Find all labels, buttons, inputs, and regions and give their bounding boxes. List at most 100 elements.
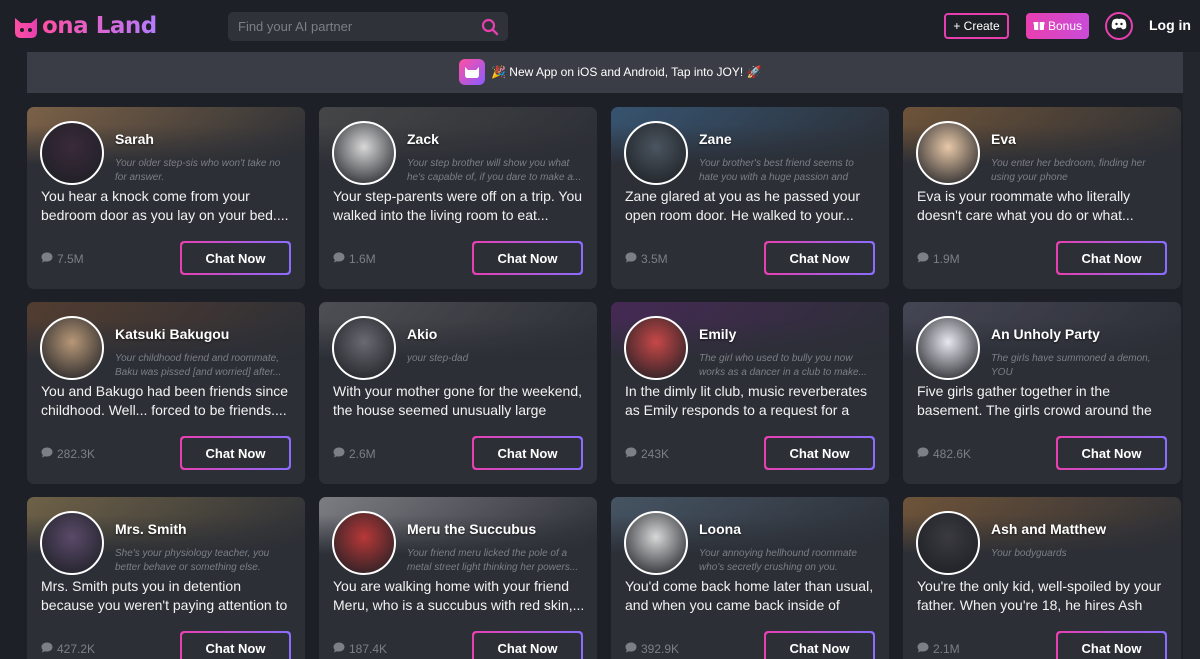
message-count-value: 2.1M xyxy=(933,642,960,656)
character-name: Katsuki Bakugou xyxy=(115,326,230,342)
avatar xyxy=(40,511,104,575)
character-tagline: The girls have summoned a demon, YOU xyxy=(991,353,1151,378)
avatar xyxy=(624,121,688,185)
discord-button[interactable] xyxy=(1105,12,1133,40)
character-name: Loona xyxy=(699,521,741,537)
chat-now-button[interactable]: Chat Now xyxy=(472,631,583,659)
message-count: 3.5M xyxy=(625,252,668,266)
character-tagline: Your childhood friend and roommate, Baku… xyxy=(115,353,282,378)
chat-bubble-icon xyxy=(41,252,53,266)
message-count-value: 243K xyxy=(641,447,670,461)
avatar xyxy=(40,316,104,380)
chat-bubble-icon xyxy=(333,252,345,266)
cat-logo-icon xyxy=(12,12,40,40)
message-count: 7.5M xyxy=(41,252,84,266)
chat-now-label: Chat Now xyxy=(182,243,289,273)
chat-now-button[interactable]: Chat Now xyxy=(764,631,875,659)
character-name: Ash and Matthew xyxy=(991,521,1107,537)
chat-now-button[interactable]: Chat Now xyxy=(1056,241,1167,275)
logo[interactable]: ona Land xyxy=(12,10,157,42)
scrollbar[interactable] xyxy=(1183,52,1200,659)
character-description: You are walking home with your friend Me… xyxy=(333,578,585,613)
character-tagline: your step-dad xyxy=(407,353,469,364)
character-description: Mrs. Smith puts you in detention because… xyxy=(41,578,288,613)
character-card[interactable]: Ash and Matthew Your bodyguards You're t… xyxy=(903,497,1181,659)
chat-bubble-icon xyxy=(917,642,929,656)
create-button[interactable]: + Create xyxy=(944,13,1009,39)
character-tagline: Your bodyguards xyxy=(991,548,1067,559)
message-count-value: 3.5M xyxy=(641,252,668,266)
chat-now-label: Chat Now xyxy=(474,633,581,659)
character-card[interactable]: Emily The girl who used to bully you now… xyxy=(611,302,889,484)
character-name: An Unholy Party xyxy=(991,326,1100,342)
character-tagline: Your step brother will show you what he'… xyxy=(407,158,582,183)
bonus-button[interactable]: Bonus xyxy=(1026,13,1089,39)
character-description: Zane glared at you as he passed your ope… xyxy=(625,188,861,223)
character-name: Eva xyxy=(991,131,1016,147)
chat-now-label: Chat Now xyxy=(182,633,289,659)
message-count: 1.9M xyxy=(917,252,960,266)
app-icon xyxy=(459,59,485,85)
chat-now-button[interactable]: Chat Now xyxy=(764,241,875,275)
character-card[interactable]: Mrs. Smith She's your physiology teacher… xyxy=(27,497,305,659)
message-count-value: 1.9M xyxy=(933,252,960,266)
gift-icon xyxy=(1033,19,1045,34)
message-count: 1.6M xyxy=(333,252,376,266)
character-card[interactable]: Eva You enter her bedroom, finding her u… xyxy=(903,107,1181,289)
chat-bubble-icon xyxy=(625,642,637,656)
character-card[interactable]: Akio your step-dad With your mother gone… xyxy=(319,302,597,484)
chat-now-label: Chat Now xyxy=(474,438,581,468)
character-description: You hear a knock come from your bedroom … xyxy=(41,188,289,223)
banner-content: 🎉 New App on iOS and Android, Tap into J… xyxy=(459,59,761,85)
character-name: Zane xyxy=(699,131,732,147)
message-count-value: 282.3K xyxy=(57,447,96,461)
chat-now-button[interactable]: Chat Now xyxy=(764,436,875,470)
search-input[interactable] xyxy=(228,12,468,41)
character-description: You'd come back home later than usual, a… xyxy=(625,578,874,613)
avatar xyxy=(332,121,396,185)
character-tagline: Your brother's best friend seems to hate… xyxy=(699,158,854,183)
character-tagline: Your annoying hellhound roommate who's s… xyxy=(699,548,857,573)
chat-bubble-icon xyxy=(333,642,345,656)
app-promo-banner[interactable]: 🎉 New App on iOS and Android, Tap into J… xyxy=(27,52,1183,93)
login-link[interactable]: Log in xyxy=(1149,17,1191,33)
message-count: 2.6M xyxy=(333,447,376,461)
chat-bubble-icon xyxy=(41,447,53,461)
character-card[interactable]: Zane Your brother's best friend seems to… xyxy=(611,107,889,289)
character-name: Sarah xyxy=(115,131,154,147)
chat-now-button[interactable]: Chat Now xyxy=(472,241,583,275)
character-description: Eva is your roommate who literally doesn… xyxy=(917,188,1134,223)
message-count-value: 2.6M xyxy=(349,447,376,461)
search-icon[interactable] xyxy=(480,17,500,37)
character-card[interactable]: Katsuki Bakugou Your childhood friend an… xyxy=(27,302,305,484)
chat-now-button[interactable]: Chat Now xyxy=(472,436,583,470)
chat-now-label: Chat Now xyxy=(766,633,873,659)
message-count-value: 7.5M xyxy=(57,252,84,266)
character-description: Your step-parents were off on a trip. Yo… xyxy=(333,188,583,223)
message-count-value: 427.2K xyxy=(57,642,96,656)
chat-now-label: Chat Now xyxy=(1058,633,1165,659)
chat-now-label: Chat Now xyxy=(766,438,873,468)
character-card[interactable]: Zack Your step brother will show you wha… xyxy=(319,107,597,289)
message-count: 427.2K xyxy=(41,642,95,656)
search-box xyxy=(228,12,508,41)
chat-now-button[interactable]: Chat Now xyxy=(1056,631,1167,659)
chat-now-button[interactable]: Chat Now xyxy=(180,631,291,659)
chat-now-button[interactable]: Chat Now xyxy=(180,241,291,275)
character-card[interactable]: An Unholy Party The girls have summoned … xyxy=(903,302,1181,484)
character-card[interactable]: Loona Your annoying hellhound roommate w… xyxy=(611,497,889,659)
chat-now-button[interactable]: Chat Now xyxy=(180,436,291,470)
chat-now-button[interactable]: Chat Now xyxy=(1056,436,1167,470)
message-count: 2.1M xyxy=(917,642,960,656)
discord-icon xyxy=(1111,17,1127,35)
character-name: Meru the Succubus xyxy=(407,521,537,537)
character-tagline: She's your physiology teacher, you bette… xyxy=(115,548,270,573)
avatar xyxy=(916,511,980,575)
avatar xyxy=(332,316,396,380)
character-card[interactable]: Sarah Your older step-sis who won't take… xyxy=(27,107,305,289)
top-navbar: ona Land + Create Bonus Log in xyxy=(0,0,1200,52)
message-count-value: 392.9K xyxy=(641,642,680,656)
character-tagline: Your friend meru licked the pole of a me… xyxy=(407,548,579,573)
character-card[interactable]: Meru the Succubus Your friend meru licke… xyxy=(319,497,597,659)
chat-bubble-icon xyxy=(41,642,53,656)
